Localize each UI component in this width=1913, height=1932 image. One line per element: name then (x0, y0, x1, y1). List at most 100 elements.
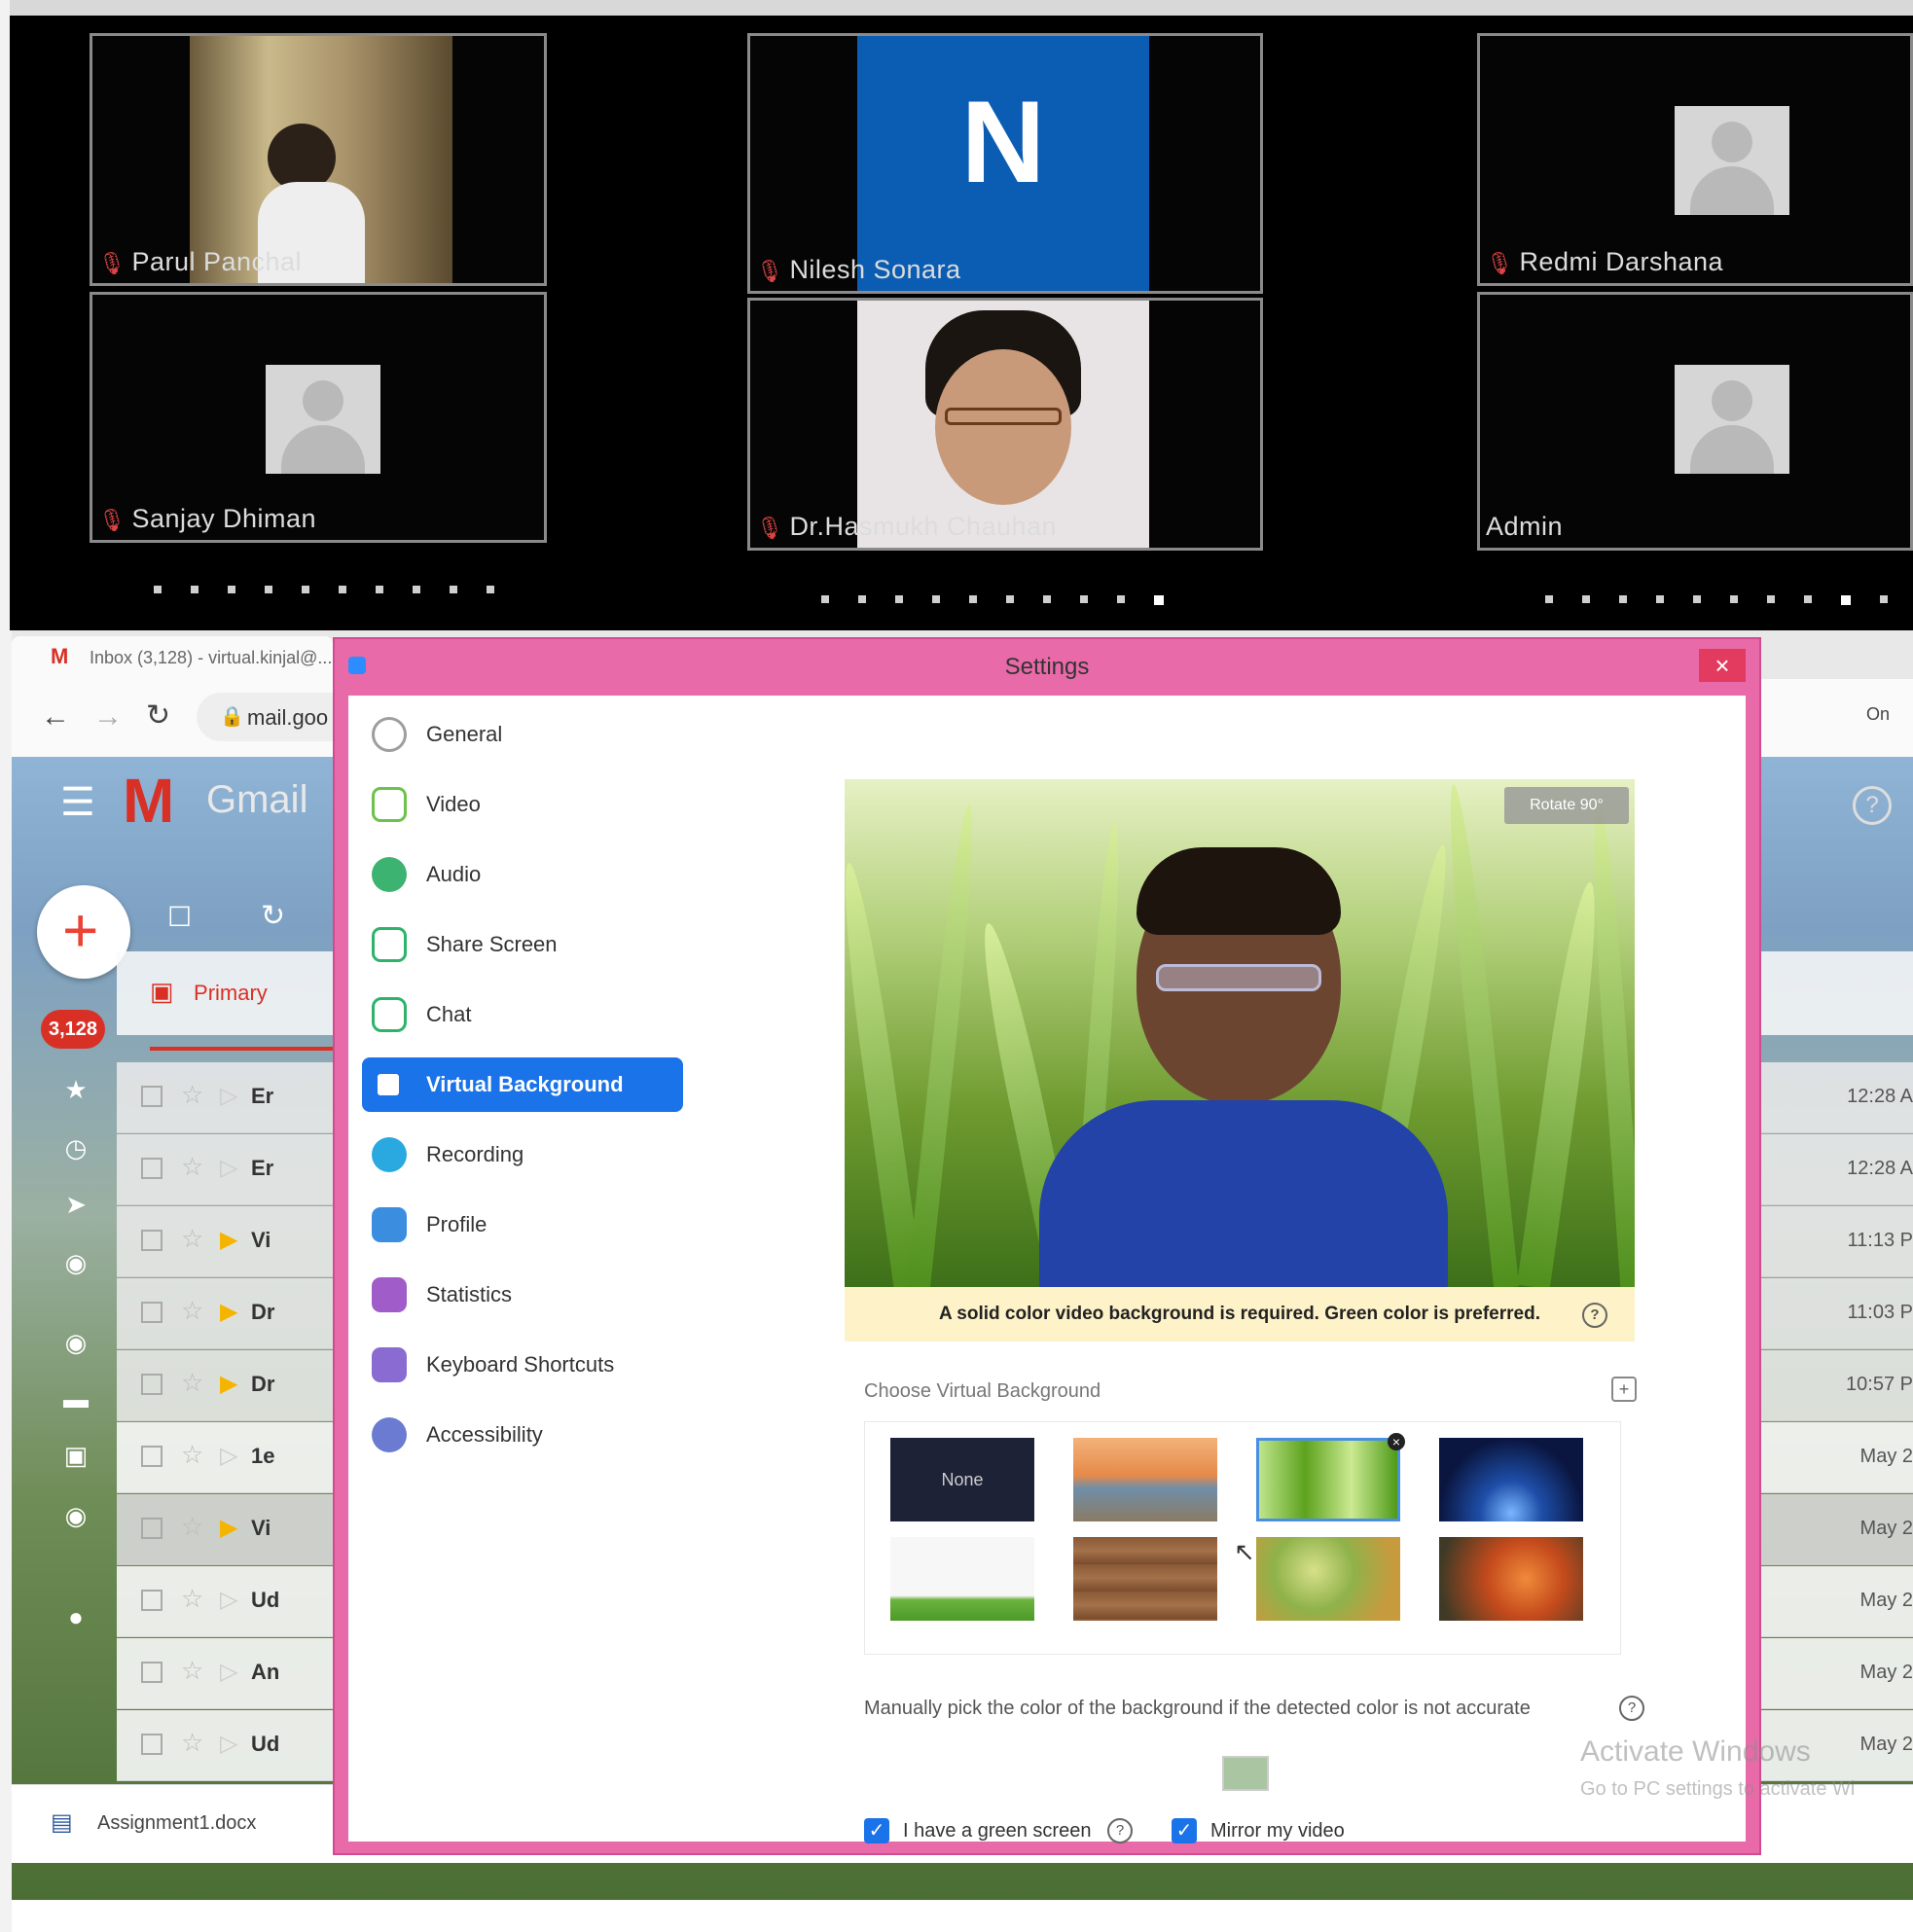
help-icon[interactable]: ? (1619, 1696, 1644, 1721)
nav-item-virtual-background[interactable]: Virtual Background (362, 1057, 683, 1112)
video-camera-icon (372, 787, 407, 822)
close-button[interactable]: × (1699, 649, 1746, 682)
dialog-title: Settings (1004, 654, 1090, 680)
participant-tile[interactable]: 🎙 Parul Panchal (90, 33, 547, 286)
refresh-icon[interactable]: ↻ (261, 899, 285, 933)
contact-icon[interactable]: ◉ (62, 1502, 90, 1529)
close-icon: × (1714, 651, 1730, 680)
gallery-top-strip (10, 0, 1913, 16)
background-blur-orange[interactable] (1439, 1537, 1583, 1621)
browser-tab[interactable]: M Inbox (3,128) - virtual.kinjal@... (12, 636, 333, 679)
nav-item-share-screen[interactable]: Share Screen (362, 917, 683, 972)
gallery-page-dots (154, 586, 494, 593)
plus-icon: + (62, 895, 99, 965)
green-screen-checkbox[interactable]: ✓ (864, 1818, 889, 1843)
participant-tile[interactable]: 🎙 Dr.Hasmukh Chauhan (747, 298, 1263, 551)
nav-item-chat[interactable]: Chat (362, 987, 683, 1042)
chat-icon[interactable]: ◉ (62, 1249, 90, 1276)
participant-tile[interactable]: Admin (1477, 292, 1913, 551)
avatar-initial: N (960, 77, 1046, 207)
default-avatar-icon (1675, 365, 1789, 474)
background-earth[interactable] (1439, 1438, 1583, 1521)
share-screen-icon (372, 927, 407, 962)
participant-tile[interactable]: 🎙 Redmi Darshana (1477, 33, 1913, 286)
forward-icon[interactable]: → (93, 700, 123, 733)
hangouts-icon[interactable]: ◉ (62, 1329, 90, 1356)
tab-primary-underline (150, 1047, 344, 1051)
profile-icon (372, 1207, 407, 1242)
nav-item-video[interactable]: Video (362, 777, 683, 832)
participant-tile[interactable]: N 🎙 Nilesh Sonara (747, 33, 1263, 294)
mic-muted-icon: 🎙 (98, 251, 126, 275)
word-document-icon: ▤ (51, 1809, 73, 1836)
video-preview: Rotate 90° (845, 779, 1635, 1289)
url-text: mail.goo (247, 705, 329, 730)
download-item[interactable]: Assignment1.docx (97, 1812, 256, 1835)
nav-item-audio[interactable]: Audio (362, 847, 683, 902)
rotate-button[interactable]: Rotate 90° (1504, 787, 1629, 824)
keyboard-icon (372, 1347, 407, 1382)
nav-item-recording[interactable]: Recording (362, 1127, 683, 1182)
gallery-page-dots (821, 595, 1164, 605)
background-cartoon-grass[interactable] (890, 1537, 1034, 1621)
mouse-cursor-icon: ↖ (1234, 1537, 1255, 1566)
inbox-icon: ▣ (150, 977, 174, 1006)
green-screen-warning: A solid color video background is requir… (845, 1287, 1635, 1342)
starred-icon[interactable]: ★ (62, 1076, 90, 1103)
virtual-background-icon (378, 1074, 399, 1095)
background-blur-green[interactable] (1256, 1537, 1400, 1621)
remove-background-icon[interactable]: × (1388, 1433, 1405, 1450)
nav-item-profile[interactable]: Profile (362, 1198, 683, 1252)
help-icon[interactable]: ? (1853, 786, 1892, 825)
background-wood[interactable] (1073, 1537, 1217, 1621)
background-golden-gate[interactable] (1073, 1438, 1217, 1521)
help-icon[interactable]: ? (1107, 1818, 1133, 1843)
default-avatar-icon (1675, 106, 1789, 215)
select-all-icon[interactable]: ☐ (167, 901, 192, 933)
mic-muted-icon: 🎙 (756, 516, 784, 540)
participant-name: 🎙 Nilesh Sonara (756, 255, 961, 284)
inbox-unread-badge[interactable]: 3,128 (41, 1010, 105, 1049)
zoom-gallery-view: 🎙 Parul Panchal N 🎙 Nilesh Sonara 🎙 Redmi D… (10, 0, 1913, 630)
tab-primary[interactable]: ▣ Primary (150, 977, 268, 1007)
keyboard-icon[interactable]: ▣ (62, 1442, 90, 1469)
user-shirt (1039, 1100, 1448, 1289)
background-none[interactable]: None (890, 1438, 1034, 1521)
hangouts-status-icon[interactable]: ● (62, 1603, 90, 1630)
nav-item-keyboard-shortcuts[interactable]: Keyboard Shortcuts (362, 1338, 683, 1392)
gmail-wordmark: Gmail (206, 778, 308, 821)
menu-icon[interactable]: ☰ (60, 780, 95, 825)
headphones-icon (372, 857, 407, 892)
none-label: None (941, 1470, 984, 1489)
url-input[interactable]: 🔒 mail.goo (197, 693, 352, 741)
gmail-logo-icon: M (123, 766, 175, 836)
nav-item-general[interactable]: General (362, 707, 683, 762)
mirror-video-checkbox[interactable]: ✓ (1172, 1818, 1197, 1843)
reload-icon[interactable]: ↻ (146, 698, 170, 733)
help-icon[interactable]: ? (1582, 1303, 1607, 1328)
background-color-picker[interactable] (1222, 1756, 1269, 1791)
background-grass-selected[interactable]: × (1256, 1433, 1405, 1521)
chat-bubble-icon (372, 997, 407, 1032)
record-icon (372, 1137, 407, 1172)
participant-name: 🎙 Redmi Darshana (1486, 247, 1724, 276)
add-background-button[interactable]: + (1611, 1377, 1637, 1402)
participant-name: 🎙 Sanjay Dhiman (98, 504, 317, 533)
nav-item-accessibility[interactable]: Accessibility (362, 1408, 683, 1462)
nav-item-statistics[interactable]: Statistics (362, 1268, 683, 1322)
extension-icon[interactable]: On (1866, 704, 1890, 725)
participant-tile[interactable]: 🎙 Sanjay Dhiman (90, 292, 547, 543)
gear-icon (372, 717, 407, 752)
back-icon[interactable]: ← (41, 700, 70, 733)
settings-body: General Video Audio Share Screen Chat Vi… (348, 696, 1746, 1843)
participant-name: 🎙 Dr.Hasmukh Chauhan (756, 512, 1058, 541)
participant-name: 🎙 Parul Panchal (98, 247, 303, 276)
snoozed-icon[interactable]: ◷ (62, 1134, 90, 1162)
mirror-video-label: Mirror my video (1210, 1820, 1345, 1842)
statistics-icon (372, 1277, 407, 1312)
mic-muted-icon: 🎙 (756, 259, 784, 283)
video-icon[interactable]: ▬ (62, 1385, 90, 1413)
gmail-favicon-icon: M (51, 644, 69, 668)
activate-windows-subtext: Go to PC settings to activate Wi (1580, 1778, 1856, 1800)
important-icon[interactable]: ➤ (62, 1191, 90, 1218)
